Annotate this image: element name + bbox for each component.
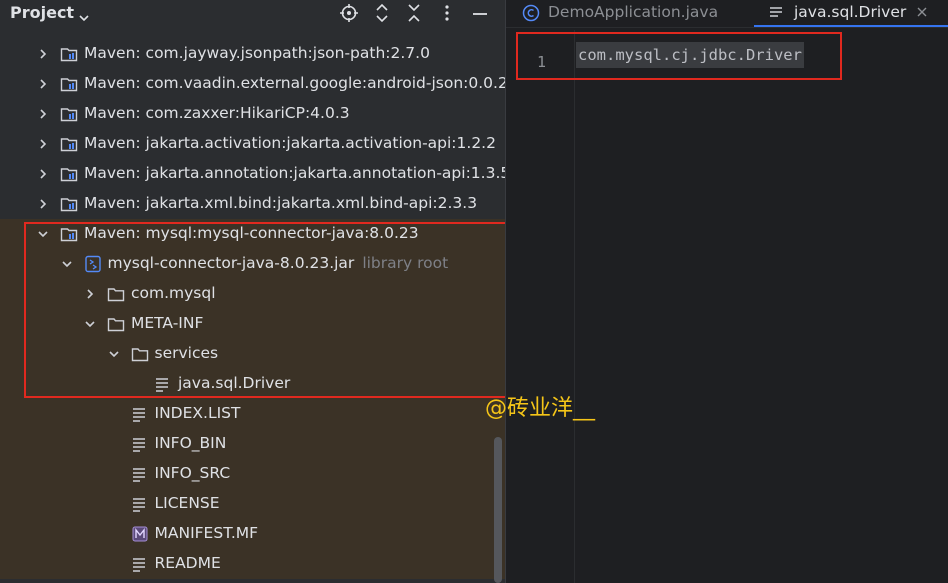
class-icon [522, 4, 540, 26]
tree-item-label: META-INF [131, 314, 204, 332]
text-file-icon [131, 405, 149, 423]
tree-item[interactable]: mysql-connector-java-8.0.23.jar library r… [0, 249, 505, 279]
chevron-right-icon[interactable] [36, 167, 50, 181]
chevron-down-icon[interactable] [60, 257, 74, 271]
chevron-right-icon[interactable] [36, 137, 50, 151]
text-file-icon [131, 435, 149, 453]
chevron-down-icon[interactable] [78, 8, 90, 27]
library-icon [60, 135, 78, 153]
tree-item-label: mysql-connector-java-8.0.23.jar library r… [108, 254, 449, 272]
library-icon [60, 105, 78, 123]
tree-item-label: LICENSE [154, 494, 220, 512]
chevron-right-icon[interactable] [83, 287, 97, 301]
tree-item-label: Maven: jakarta.annotation:jakarta.annota… [84, 164, 505, 182]
code-line[interactable]: com.mysql.cj.jdbc.Driver [576, 42, 804, 68]
tree-item-label: java.sql.Driver [178, 374, 291, 392]
tree-item-hint: library root [362, 254, 449, 272]
chevron-down-icon[interactable] [107, 347, 121, 361]
folder-icon [107, 285, 125, 303]
line-number: 1 [537, 53, 547, 71]
watermark: @砖业洋__ [485, 396, 596, 421]
tree-item[interactable]: com.mysql [0, 279, 505, 309]
tree-item[interactable]: README [0, 549, 505, 579]
tree-item-label: Maven: com.zaxxer:HikariCP:4.0.3 [84, 104, 350, 122]
library-icon [60, 225, 78, 243]
chevron-right-icon[interactable] [36, 197, 50, 211]
tree-item[interactable]: java.sql.Driver [0, 369, 505, 399]
tree-item[interactable]: Maven: com.jayway.jsonpath:json-path:2.7… [0, 39, 505, 69]
tree-item[interactable]: INFO_BIN [0, 429, 505, 459]
tree-item[interactable]: INFO_SRC [0, 459, 505, 489]
expand-collapse-icon[interactable] [372, 3, 392, 23]
tree-item-label: Maven: com.jayway.jsonpath:json-path:2.7… [84, 44, 430, 62]
active-tab-indicator [754, 25, 948, 27]
tree-item[interactable]: Maven: mysql:mysql-connector-java:8.0.23 [0, 219, 505, 249]
collapse-all-icon[interactable] [404, 3, 424, 23]
library-icon [60, 195, 78, 213]
panel-title[interactable]: Project [10, 3, 74, 22]
tree-item[interactable]: Maven: jakarta.activation:jakarta.activa… [0, 129, 505, 159]
text-file-icon [131, 495, 149, 513]
chevron-right-icon[interactable] [36, 107, 50, 121]
tree-item[interactable]: Maven: jakarta.xml.bind:jakarta.xml.bind… [0, 189, 505, 219]
library-icon [60, 45, 78, 63]
tree-item[interactable]: Maven: com.zaxxer:HikariCP:4.0.3 [0, 99, 505, 129]
tree-item-label: INDEX.LIST [154, 404, 241, 422]
locate-icon[interactable] [339, 3, 359, 23]
panel-header: Project [0, 0, 505, 27]
minimize-icon[interactable] [470, 3, 490, 23]
more-options-icon[interactable] [437, 3, 457, 23]
library-icon [60, 165, 78, 183]
chevron-down-icon[interactable] [83, 317, 97, 331]
tab-java-sql-driver[interactable]: java.sql.Driver [768, 0, 948, 27]
gutter-divider [574, 30, 575, 583]
tree-item-label: Maven: jakarta.activation:jakarta.activa… [84, 134, 496, 152]
library-icon [60, 75, 78, 93]
chevron-right-icon[interactable] [36, 47, 50, 61]
tree-item-label: INFO_SRC [154, 464, 231, 482]
tree-item-label: INFO_BIN [154, 434, 227, 452]
tree-item[interactable]: META-INF [0, 309, 505, 339]
chevron-down-icon[interactable] [36, 227, 50, 241]
tree-item-label: Maven: com.vaadin.external.google:androi… [84, 74, 505, 92]
manifest-icon [131, 525, 149, 543]
text-file-icon [154, 375, 172, 393]
text-file-icon [131, 555, 149, 573]
tree-scrollbar[interactable] [494, 437, 502, 583]
tree-item-label: Maven: jakarta.xml.bind:jakarta.xml.bind… [84, 194, 478, 212]
tree-item[interactable]: services [0, 339, 505, 369]
tree-item-label: MANIFEST.MF [154, 524, 259, 542]
tab-demo-application[interactable]: DemoApplication.java [522, 0, 752, 27]
tab-label: java.sql.Driver [794, 3, 907, 21]
tree-item[interactable]: INDEX.LIST [0, 399, 505, 429]
jar-icon [84, 255, 102, 273]
tree-item-label: README [154, 554, 221, 572]
editor-tabs: DemoApplication.java java.sql.Driver [506, 0, 948, 28]
tree-item[interactable]: LICENSE [0, 489, 505, 519]
text-file-icon [131, 465, 149, 483]
tree-item-label: Maven: mysql:mysql-connector-java:8.0.23 [84, 224, 419, 242]
tree-item-text: mysql-connector-java-8.0.23.jar [107, 254, 355, 272]
project-panel: Project Maven: com.jayway.jsonpath:json-… [0, 0, 505, 583]
text-file-icon [768, 4, 784, 26]
folder-icon [131, 345, 149, 363]
folder-icon [107, 315, 125, 333]
editor: DemoApplication.java java.sql.Driver 1 c… [506, 0, 948, 583]
tree-item[interactable]: Maven: com.vaadin.external.google:androi… [0, 69, 505, 99]
tab-label: DemoApplication.java [548, 3, 719, 21]
close-icon[interactable] [916, 4, 928, 22]
chevron-right-icon[interactable] [36, 77, 50, 91]
tree-item[interactable]: MANIFEST.MF [0, 519, 505, 549]
tree-item[interactable]: Maven: jakarta.annotation:jakarta.annota… [0, 159, 505, 189]
tree-item-label: com.mysql [131, 284, 216, 302]
tree-item-label: services [154, 344, 219, 362]
